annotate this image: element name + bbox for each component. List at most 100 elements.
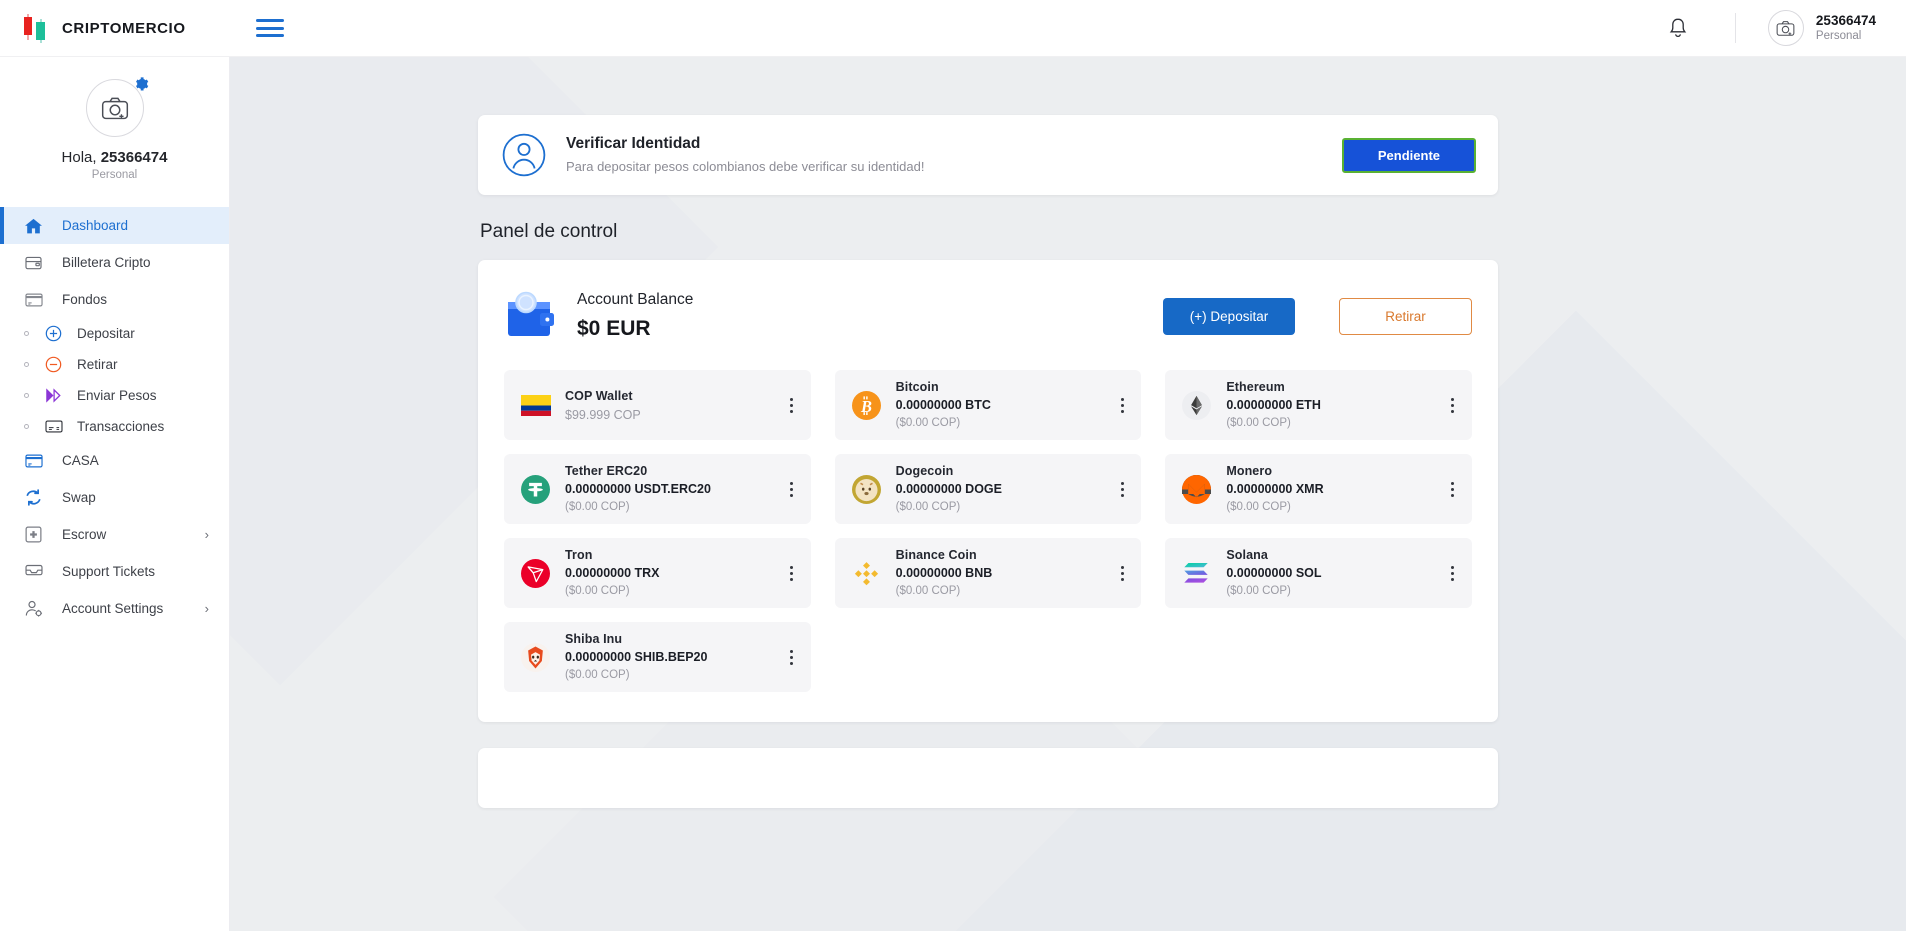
wallet-name: Tron (565, 546, 779, 564)
sidebar-profile: Hola, 25366474 Personal (0, 79, 229, 201)
dogecoin-icon (851, 475, 882, 504)
profile-name: 25366474 (101, 149, 168, 166)
bullet-marker (24, 424, 29, 429)
sidebar-item-escrow[interactable]: Escrow › (0, 516, 229, 553)
colombia-flag-icon (520, 395, 551, 416)
wallet-fiat: ($0.00 COP) (1226, 415, 1440, 432)
wallet-text: Tron 0.00000000 TRX ($0.00 COP) (565, 546, 779, 600)
wallet-card-solana[interactable]: Solana 0.00000000 SOL ($0.00 COP) (1165, 538, 1472, 608)
kebab-menu-icon[interactable] (779, 398, 799, 413)
pendiente-button[interactable]: Pendiente (1342, 138, 1476, 173)
sidebar-item-transacciones[interactable]: Transacciones (0, 411, 229, 442)
wallet-card-tron[interactable]: Tron 0.00000000 TRX ($0.00 COP) (504, 538, 811, 608)
sidebar-item-casa[interactable]: CASA (0, 442, 229, 479)
user-circle-icon (502, 133, 546, 177)
hamburger-icon[interactable] (256, 17, 284, 39)
retirar-button[interactable]: Retirar (1339, 298, 1472, 335)
wallet-name: Binance Coin (896, 546, 1110, 564)
wallet-blue-icon (504, 290, 558, 342)
sidebar-item-swap[interactable]: Swap (0, 479, 229, 516)
content-area: Verificar Identidad Para depositar pesos… (230, 57, 1906, 808)
kebab-menu-icon[interactable] (779, 566, 799, 581)
kebab-menu-icon[interactable] (1109, 398, 1129, 413)
kebab-menu-icon[interactable] (1109, 482, 1129, 497)
brand-zone[interactable]: CRIPTOMERCIO (0, 13, 230, 43)
depositar-button[interactable]: (+) Depositar (1163, 298, 1295, 335)
wallet-name: Solana (1226, 546, 1440, 564)
wallet-card-shiba[interactable]: Shiba Inu 0.00000000 SHIB.BEP20 ($0.00 C… (504, 622, 811, 692)
user-menu[interactable]: 25366474 Personal (1768, 10, 1906, 46)
sidebar-item-retirar[interactable]: Retirar (0, 349, 229, 380)
wallet-text: COP Wallet $99.999 COP (565, 386, 779, 425)
binance-icon (851, 559, 882, 588)
wallet-fiat: ($0.00 COP) (896, 415, 1110, 432)
kebab-menu-icon[interactable] (1440, 482, 1460, 497)
body-row: Hola, 25366474 Personal Dashboard (0, 57, 1906, 931)
wallet-card-cop[interactable]: COP Wallet $99.999 COP (504, 370, 811, 440)
sidebar-item-depositar[interactable]: Depositar (0, 318, 229, 349)
kebab-menu-icon[interactable] (779, 482, 799, 497)
wallet-text: Tether ERC20 0.00000000 USDT.ERC20 ($0.0… (565, 462, 779, 516)
bell-icon[interactable] (1663, 13, 1693, 43)
avatar[interactable] (86, 79, 144, 137)
sidebar-item-enviar-pesos[interactable]: Enviar Pesos (0, 380, 229, 411)
balance-label: Account Balance (577, 288, 693, 312)
sidebar-item-label: Fondos (62, 292, 107, 307)
top-user-name: 25366474 (1816, 13, 1876, 29)
verify-identity-banner: Verificar Identidad Para depositar pesos… (478, 115, 1498, 195)
sidebar: Hola, 25366474 Personal Dashboard (0, 57, 230, 931)
verify-subtitle: Para depositar pesos colombianos debe ve… (566, 156, 924, 177)
wallet-card-monero[interactable]: Monero 0.00000000 XMR ($0.00 COP) (1165, 454, 1472, 524)
sidebar-item-billetera-cripto[interactable]: Billetera Cripto (0, 244, 229, 281)
wallet-grid: COP Wallet $99.999 COP B (504, 370, 1472, 692)
wallet-card-tether[interactable]: Tether ERC20 0.00000000 USDT.ERC20 ($0.0… (504, 454, 811, 524)
sidebar-item-label: Retirar (77, 357, 118, 372)
wallet-amount: 0.00000000 BTC (896, 396, 1110, 415)
sidebar-item-label: CASA (62, 453, 99, 468)
sidebar-item-fondos[interactable]: Fondos (0, 281, 229, 318)
inbox-icon (25, 564, 49, 579)
wallet-card-ethereum[interactable]: Ethereum 0.00000000 ETH ($0.00 COP) (1165, 370, 1472, 440)
top-bar: CRIPTOMERCIO 25366474 (0, 0, 1906, 57)
swap-icon (25, 489, 49, 506)
greeting-prefix: Hola, (62, 149, 101, 166)
wallet-name: Shiba Inu (565, 630, 779, 648)
svg-text:B: B (860, 396, 872, 415)
sidebar-item-label: Swap (62, 490, 96, 505)
wallet-card-dogecoin[interactable]: Dogecoin 0.00000000 DOGE ($0.00 COP) (835, 454, 1142, 524)
verify-title: Verificar Identidad (566, 133, 924, 155)
wallet-fiat: ($0.00 COP) (565, 667, 779, 684)
camera-avatar-icon (1768, 10, 1804, 46)
bullet-marker (24, 362, 29, 367)
minus-circle-icon (45, 356, 67, 373)
sidebar-item-dashboard[interactable]: Dashboard (0, 207, 229, 244)
wallet-card-binance[interactable]: Binance Coin 0.00000000 BNB ($0.00 COP) (835, 538, 1142, 608)
balance-amount: $0 EUR (577, 314, 693, 344)
wallet-fiat: ($0.00 COP) (896, 583, 1110, 600)
gear-icon[interactable] (133, 76, 150, 93)
app-root: CRIPTOMERCIO 25366474 (0, 0, 1906, 931)
wallet-card-bitcoin[interactable]: B Bitcoin 0.00000000 BTC ($0.00 COP) (835, 370, 1142, 440)
bullet-marker (24, 331, 29, 336)
candlestick-logo-icon (22, 13, 48, 43)
chevron-right-icon: › (205, 601, 209, 616)
wallet-text: Solana 0.00000000 SOL ($0.00 COP) (1226, 546, 1440, 600)
kebab-menu-icon[interactable] (1440, 566, 1460, 581)
ethereum-icon (1181, 391, 1212, 420)
kebab-menu-icon[interactable] (1440, 398, 1460, 413)
solana-icon (1181, 560, 1212, 586)
wallet-name: COP Wallet (565, 386, 779, 406)
sidebar-item-account-settings[interactable]: Account Settings › (0, 590, 229, 627)
sidebar-item-label: Account Settings (62, 601, 163, 616)
wallet-text: Binance Coin 0.00000000 BNB ($0.00 COP) (896, 546, 1110, 600)
sidebar-item-label: Transacciones (77, 419, 164, 434)
kebab-menu-icon[interactable] (779, 650, 799, 665)
wallet-amount: 0.00000000 SHIB.BEP20 (565, 648, 779, 667)
next-panel-partial (478, 748, 1498, 808)
sidebar-item-label: Support Tickets (62, 564, 155, 579)
wallet-amount: 0.00000000 XMR (1226, 480, 1440, 499)
account-balance-row: Account Balance $0 EUR (+) Depositar Ret… (504, 284, 1472, 370)
card-icon (25, 293, 49, 307)
sidebar-item-support-tickets[interactable]: Support Tickets (0, 553, 229, 590)
kebab-menu-icon[interactable] (1109, 566, 1129, 581)
